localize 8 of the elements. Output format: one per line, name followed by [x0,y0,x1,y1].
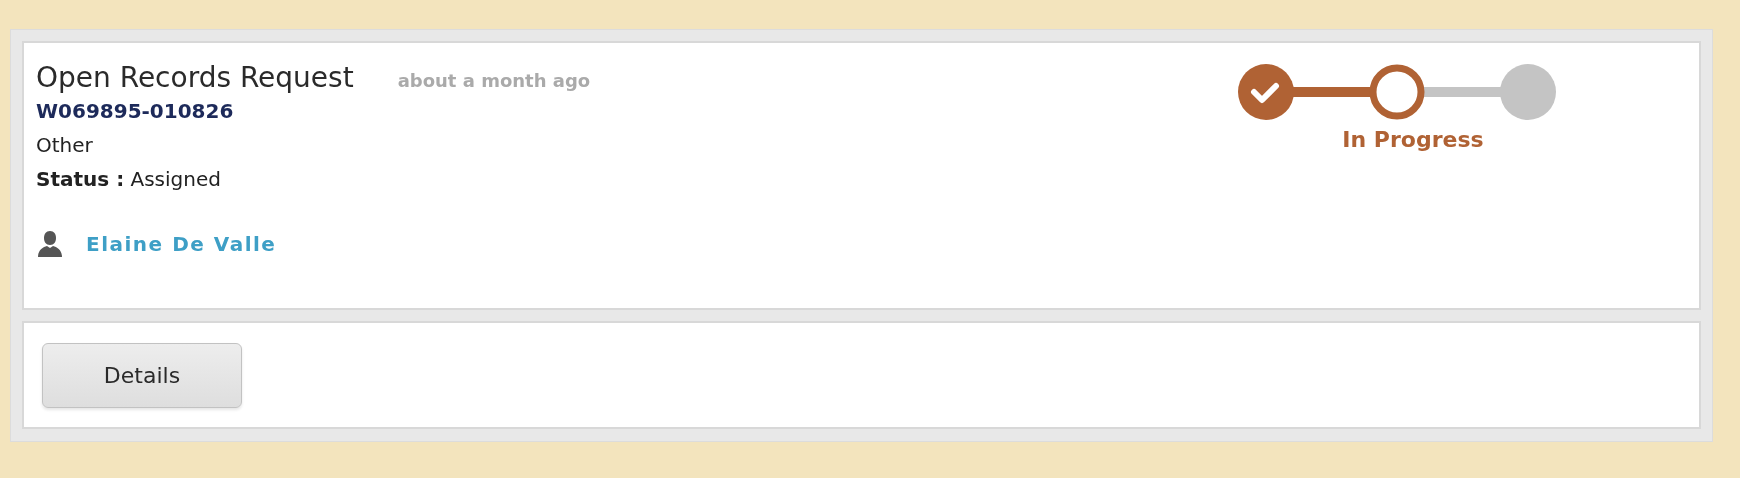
request-number: W069895-010826 [36,98,235,125]
person-icon [36,230,64,258]
request-age: about a month ago [397,70,591,91]
request-category: Other [36,132,94,159]
progress-label: In Progress [1342,127,1484,152]
request-status: Status : Assigned [36,166,222,193]
details-button[interactable]: Details [42,343,242,408]
request-title: Open Records Request [36,61,354,94]
